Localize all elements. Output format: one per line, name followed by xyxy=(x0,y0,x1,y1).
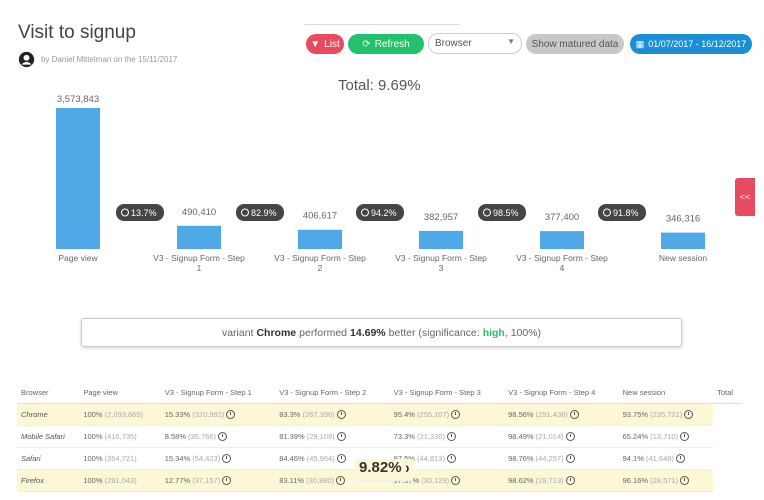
side-panel-toggle[interactable]: << xyxy=(735,178,755,216)
conversion-badge: 98.5% xyxy=(478,204,526,221)
table-cell: 73.3% (21,336) xyxy=(389,425,505,448)
table-row: Firefox 100% (291,043) 12.77% (37,157) 83.1… xyxy=(17,459,742,492)
browser-name-cell: Safari xyxy=(17,447,80,470)
conversion-label: 82.9% xyxy=(251,208,277,218)
clock-icon xyxy=(336,454,346,464)
table-cell: 81.39% (29,109) xyxy=(275,425,390,448)
table-cell: 95.4% (255,107) xyxy=(389,403,505,426)
bar-1 xyxy=(177,225,221,249)
conversion-label: 94.2% xyxy=(371,208,397,218)
table-row: Mobile Safari 100% (416,735) 8.58% (35,766… xyxy=(17,425,742,481)
table-header-cell: V3 - Signup Form - Step 1 xyxy=(160,382,276,404)
clock-icon xyxy=(565,454,575,464)
variant-mid2: better (significance: xyxy=(388,326,480,339)
clock-icon xyxy=(222,476,232,486)
table-header-row: Browser Page view V3 - Signup Form - Step … xyxy=(17,382,742,404)
table-cell: 15.33% (320,992) xyxy=(160,403,276,426)
table-row: Chrome 100% (2,093,669) 15.33% (320,992) 83… xyxy=(17,403,742,481)
funnel-chart: 3,573,843 Page view 490,410 V3 - Signup For… xyxy=(56,94,707,273)
browser-name-cell: Firefox xyxy=(17,469,80,492)
table-cell: 98.56% (251,438) xyxy=(504,403,619,426)
table-header-cell: V3 - Signup Form - Step 3 xyxy=(389,382,505,404)
category-label: Page view xyxy=(58,253,98,263)
table-cell: 98.76% (44,257) xyxy=(504,447,619,470)
table-header-cell: V3 - Signup Form - Step 4 xyxy=(504,382,619,404)
table-cell: 98.62% (29,713) xyxy=(504,469,619,492)
variant-mid: performed xyxy=(299,326,348,339)
bar-value-label: 406,617 xyxy=(303,211,337,222)
category-label: New session xyxy=(659,253,707,263)
table-cell: 100% (291,043) xyxy=(79,469,161,492)
browser-name-cell: Mobile Safari xyxy=(17,425,80,448)
bar-5 xyxy=(661,232,705,249)
clock-icon xyxy=(446,454,456,464)
clock-icon xyxy=(218,432,228,442)
clock-icon xyxy=(451,410,461,420)
browser-name-cell: Chrome xyxy=(17,403,80,426)
clock-icon xyxy=(565,432,575,442)
variant-suffix: , 100%) xyxy=(504,326,542,339)
table-cell: 98.49% (21,014) xyxy=(504,425,619,448)
bar-value-label: 490,410 xyxy=(182,207,216,218)
bar-0 xyxy=(56,108,100,249)
table-header-cell: Total xyxy=(713,382,742,404)
clock-icon xyxy=(336,410,346,420)
browser-table: Browser Page view V3 - Signup Form - Step … xyxy=(17,382,742,492)
table-header-cell: Page view xyxy=(79,382,161,404)
bar-value-label: 346,316 xyxy=(666,214,700,225)
clock-icon xyxy=(336,476,346,486)
bar-value-label: 3,573,843 xyxy=(57,94,99,105)
clock-icon xyxy=(446,432,456,442)
conversion-badge: 91.8% xyxy=(598,204,646,221)
table-header-cell: New session xyxy=(618,382,714,404)
conversion-badge: 82.9% xyxy=(236,204,284,221)
category-label: V3 - Signup Form - Step 3 xyxy=(395,253,487,273)
bar-2 xyxy=(298,229,342,249)
table-header-cell: V3 - Signup Form - Step 2 xyxy=(275,382,390,404)
conversion-label: 91.8% xyxy=(613,208,639,218)
bar-3 xyxy=(419,230,463,249)
clock-icon xyxy=(336,432,346,442)
conversion-badge: 94.2% xyxy=(356,204,404,221)
table-header-cell: Browser xyxy=(17,382,80,404)
table-cell: 100% (354,721) xyxy=(79,447,161,470)
table-cell: 96.16% (28,571) xyxy=(618,469,714,492)
clock-icon xyxy=(222,454,232,464)
clock-icon xyxy=(569,410,579,420)
variant-name: Chrome xyxy=(256,326,297,339)
variant-summary: variant Chrome performed 14.69% better (… xyxy=(81,318,682,347)
variant-significance: high xyxy=(482,326,505,339)
table-cell: 65.24% (13,710) xyxy=(618,425,714,448)
clock-icon xyxy=(684,410,694,420)
clock-icon xyxy=(675,454,685,464)
variant-prefix: variant xyxy=(221,326,254,339)
category-label: V3 - Signup Form - Step 1 xyxy=(153,253,245,273)
clock-icon xyxy=(451,476,461,486)
clock-icon xyxy=(680,432,690,442)
variant-pct: 14.69% xyxy=(350,326,386,339)
clock-icon xyxy=(680,476,690,486)
conversion-label: 13.7% xyxy=(131,208,157,218)
conversion-badge: 13.7% xyxy=(116,204,164,221)
clock-icon xyxy=(565,476,575,486)
table-cell: 100% (416,735) xyxy=(79,425,161,448)
table-cell: 15.34% (54,423) xyxy=(160,447,276,470)
clock-icon xyxy=(226,410,236,420)
table-cell: 8.58% (35,766) xyxy=(160,425,276,448)
bar-4 xyxy=(540,231,584,249)
table-cell: 93.75% (235,721) xyxy=(618,403,714,426)
bar-value-label: 382,957 xyxy=(424,212,458,223)
table-body: Chrome 100% (2,093,669) 15.33% (320,992) 83… xyxy=(17,403,742,492)
category-label: V3 - Signup Form - Step 4 xyxy=(516,253,608,273)
table-cell: 94.1% (41,648) xyxy=(618,447,714,470)
table-cell: 12.77% (37,157) xyxy=(160,469,276,492)
total-cell: 9.82% xyxy=(355,459,406,481)
conversion-label: 98.5% xyxy=(493,208,519,218)
table-cell: 100% (2,093,669) xyxy=(79,403,161,426)
category-label: V3 - Signup Form - Step 2 xyxy=(274,253,366,273)
bar-value-label: 377,400 xyxy=(545,212,579,223)
table-cell: 83.3% (267,396) xyxy=(275,403,390,426)
